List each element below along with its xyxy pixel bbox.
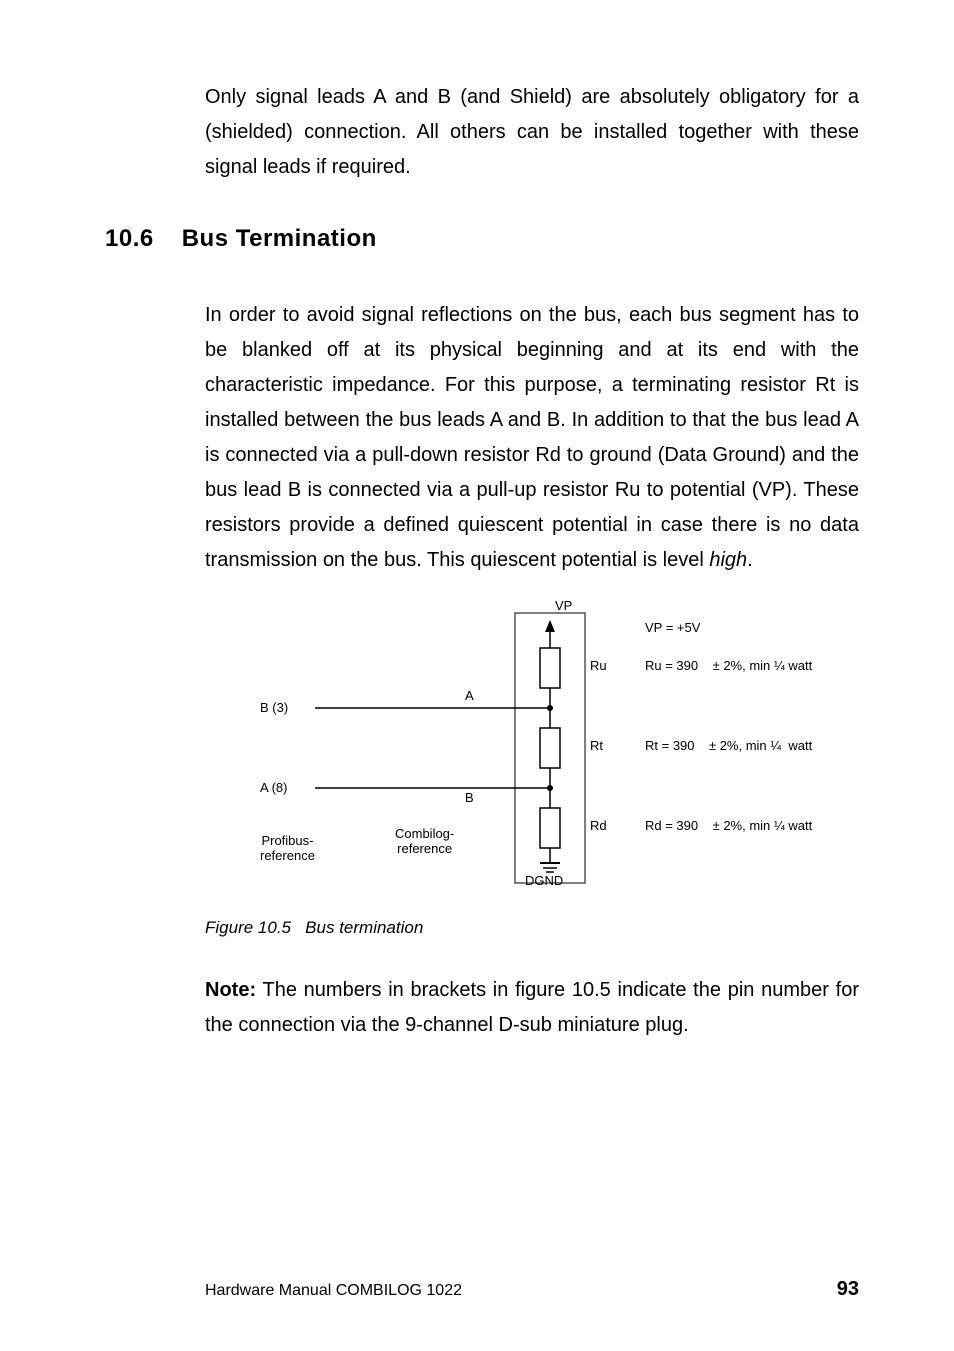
main-paragraph-high: high [709, 549, 747, 571]
fig-combilog-ref: Combilog- reference [395, 826, 454, 856]
main-paragraph-text: In order to avoid signal reflections on … [205, 304, 859, 571]
footer-page-number: 93 [837, 1278, 859, 1301]
fig-b3-label: B (3) [260, 700, 288, 715]
intro-paragraph: Only signal leads A and B (and Shield) a… [205, 80, 859, 185]
section-header: 10.6 Bus Termination [105, 225, 859, 253]
footer-left: Hardware Manual COMBILOG 1022 [205, 1282, 462, 1300]
fig-vp-label: VP [555, 598, 572, 613]
note-label: Note: [205, 979, 256, 1001]
fig-rt-label: Rt [590, 738, 603, 753]
fig-profibus-ref-l1: Profibus- [261, 833, 313, 848]
section-title: Bus Termination [182, 225, 377, 253]
section-number: 10.6 [105, 225, 154, 253]
page: Only signal leads A and B (and Shield) a… [0, 0, 954, 1351]
fig-profibus-ref: Profibus- reference [260, 833, 315, 863]
fig-rd-spec: Rd = 390 ± 2%, min ¼ watt [645, 818, 812, 833]
fig-dgnd-label: DGND [525, 873, 563, 888]
figure-caption-label: Figure 10.5 [205, 918, 291, 937]
fig-a8-label: A (8) [260, 780, 287, 795]
fig-b-wire-label: B [465, 790, 474, 805]
fig-rd-label: Rd [590, 818, 607, 833]
figure-caption-text: Bus termination [305, 918, 423, 937]
bus-termination-figure: VP Ru Rt Rd DGND A B B (3) A (8) Profibu… [205, 598, 859, 898]
main-paragraph-period: . [747, 549, 753, 571]
fig-rt-spec: Rt = 390 ± 2%, min ¼ watt [645, 738, 812, 753]
fig-profibus-ref-l2: reference [260, 848, 315, 863]
fig-combilog-ref-l1: Combilog- [395, 826, 454, 841]
note-text: The numbers in brackets in figure 10.5 i… [205, 979, 859, 1036]
fig-ru-label: Ru [590, 658, 607, 673]
fig-ru-spec: Ru = 390 ± 2%, min ¼ watt [645, 658, 812, 673]
figure-caption: Figure 10.5 Bus termination [205, 918, 859, 938]
fig-combilog-ref-l2: reference [397, 841, 452, 856]
page-footer: Hardware Manual COMBILOG 1022 93 [205, 1278, 859, 1301]
note-paragraph: Note: The numbers in brackets in figure … [205, 973, 859, 1043]
fig-vp5v: VP = +5V [645, 620, 700, 635]
main-paragraph: In order to avoid signal reflections on … [205, 298, 859, 578]
fig-a-wire-label: A [465, 688, 474, 703]
